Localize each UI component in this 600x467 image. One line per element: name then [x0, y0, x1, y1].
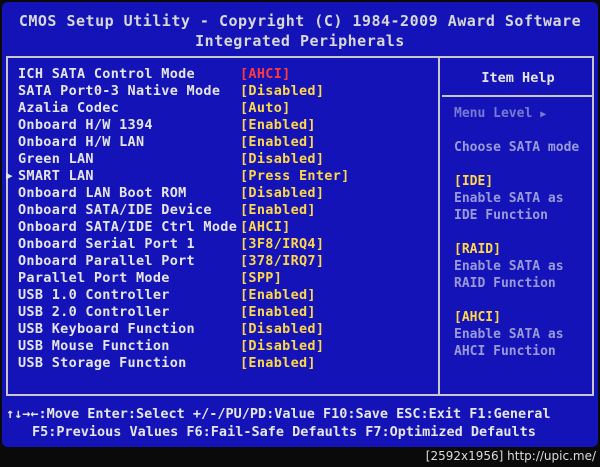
setting-label: Azalia Codec [18, 100, 120, 116]
setting-label: USB 2.0 Controller [18, 304, 170, 320]
setting-value[interactable]: [Enabled] [240, 355, 316, 371]
setting-label: Green LAN [18, 151, 94, 167]
triangle-right-icon: ▶ [540, 109, 547, 120]
menu-level-label: Menu Level [454, 106, 533, 121]
setting-label: USB Storage Function [18, 355, 187, 371]
setting-label: ICH SATA Control Mode [18, 66, 195, 82]
setting-label: Onboard Parallel Port [18, 253, 195, 269]
setting-row[interactable]: Azalia Codec [Auto] [2, 100, 442, 117]
setting-row[interactable]: USB 1.0 Controller [Enabled] [2, 287, 442, 304]
setting-value[interactable]: [AHCI] [240, 66, 291, 82]
setting-label: Onboard H/W 1394 [18, 117, 153, 133]
help-ide-heading: [IDE] [454, 174, 494, 189]
help-ahci-line1: Enable SATA as [454, 327, 564, 342]
setting-value[interactable]: [Enabled] [240, 304, 316, 320]
setting-label: SMART LAN [18, 168, 94, 184]
setting-row[interactable]: Onboard SATA/IDE Ctrl Mode [AHCI] [2, 219, 442, 236]
setting-label: SATA Port0-3 Native Mode [18, 83, 221, 99]
setting-value[interactable]: [3F8/IRQ4] [240, 236, 324, 252]
page-title: Integrated Peripherals [195, 32, 405, 50]
setting-value[interactable]: [Press Enter] [240, 168, 350, 184]
setting-value[interactable]: [SPP] [240, 270, 282, 286]
setting-value[interactable]: [Enabled] [240, 117, 316, 133]
setting-value[interactable]: [AHCI] [240, 219, 291, 235]
key-help-footer: ↑↓→←:Move Enter:Select +/-/PU/PD:Value F… [2, 400, 598, 446]
setting-label: USB 1.0 Controller [18, 287, 170, 303]
item-help-panel: Item Help Menu Level ▶ Choose SATA mode [… [442, 56, 594, 396]
setting-row[interactable]: USB Keyboard Function [Disabled] [2, 321, 442, 338]
help-ahci-heading: [AHCI] [454, 310, 501, 325]
help-ahci-line2: AHCI Function [454, 344, 556, 359]
setting-value[interactable]: [Enabled] [240, 202, 316, 218]
setting-value[interactable]: [Disabled] [240, 338, 324, 354]
setting-value[interactable]: [Disabled] [240, 151, 324, 167]
setting-row[interactable]: Onboard LAN Boot ROM [Disabled] [2, 185, 442, 202]
setting-row[interactable]: Onboard H/W LAN [Enabled] [2, 134, 442, 151]
setting-row[interactable]: USB Mouse Function [Disabled] [2, 338, 442, 355]
help-separator [442, 95, 594, 97]
help-ide-line2: IDE Function [454, 208, 548, 223]
help-raid-line1: Enable SATA as [454, 259, 564, 274]
setting-label: USB Keyboard Function [18, 321, 195, 337]
setting-value[interactable]: [Disabled] [240, 83, 324, 99]
setting-row[interactable]: Green LAN [Disabled] [2, 151, 442, 168]
setting-row[interactable]: USB 2.0 Controller [Enabled] [2, 304, 442, 321]
setting-value[interactable]: [Enabled] [240, 287, 316, 303]
setting-row[interactable]: ▶ SMART LAN [Press Enter] [2, 168, 442, 185]
setting-value[interactable]: [Disabled] [240, 185, 324, 201]
setting-value[interactable]: [Enabled] [240, 134, 316, 150]
header-title: CMOS Setup Utility - Copyright (C) 1984-… [18, 12, 582, 30]
setting-row[interactable]: Parallel Port Mode [SPP] [2, 270, 442, 287]
setting-row[interactable]: USB Storage Function [Enabled] [2, 355, 442, 372]
submenu-arrow-icon: ▶ [6, 169, 13, 182]
setting-row[interactable]: Onboard Serial Port 1 [3F8/IRQ4] [2, 236, 442, 253]
bios-screen: CMOS Setup Utility - Copyright (C) 1984-… [2, 2, 598, 447]
setting-value[interactable]: [Disabled] [240, 321, 324, 337]
watermark: [2592x1956] http://upic.me/ [425, 449, 596, 463]
setting-label: Onboard SATA/IDE Ctrl Mode [18, 219, 238, 235]
setting-value[interactable]: [Auto] [240, 100, 291, 116]
menu-level: Menu Level ▶ [454, 106, 546, 121]
setting-label: Onboard Serial Port 1 [18, 236, 195, 252]
setting-label: USB Mouse Function [18, 338, 170, 354]
header: CMOS Setup Utility - Copyright (C) 1984-… [2, 2, 598, 54]
setting-row[interactable]: Onboard Parallel Port [378/IRQ7] [2, 253, 442, 270]
setting-label: Onboard H/W LAN [18, 134, 145, 150]
setting-row[interactable]: Onboard H/W 1394 [Enabled] [2, 117, 442, 134]
setting-label: Onboard LAN Boot ROM [18, 185, 187, 201]
setting-value[interactable]: [378/IRQ7] [240, 253, 324, 269]
setting-row[interactable]: SATA Port0-3 Native Mode [Disabled] [2, 83, 442, 100]
setting-label: Parallel Port Mode [18, 270, 170, 286]
setting-row[interactable]: Onboard SATA/IDE Device [Enabled] [2, 202, 442, 219]
footer-line-2: F5:Previous Values F6:Fail-Safe Defaults… [32, 424, 536, 440]
item-help-title: Item Help [481, 70, 555, 86]
help-raid-line2: RAID Function [454, 276, 556, 291]
help-choose-text: Choose SATA mode [454, 140, 580, 155]
setting-label: Onboard SATA/IDE Device [18, 202, 212, 218]
help-raid-heading: [RAID] [454, 242, 501, 257]
footer-line-1: ↑↓→←:Move Enter:Select +/-/PU/PD:Value F… [6, 406, 551, 422]
help-ide-line1: Enable SATA as [454, 191, 564, 206]
setting-row[interactable]: ICH SATA Control Mode [AHCI] [2, 66, 442, 83]
